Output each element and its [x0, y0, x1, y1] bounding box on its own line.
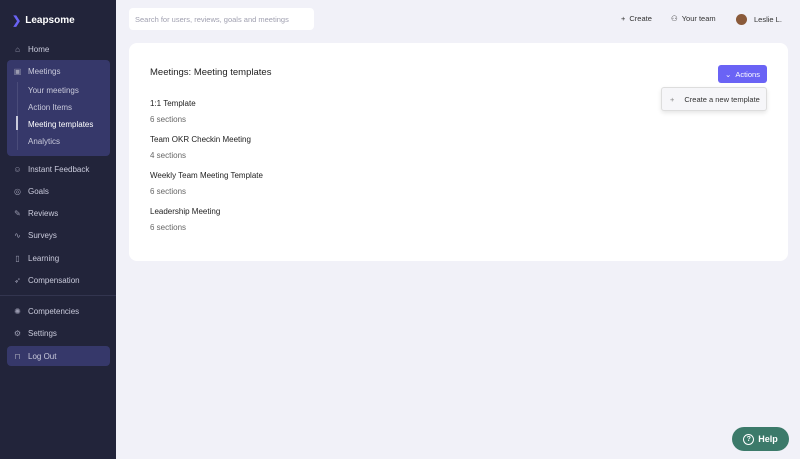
sidebar-item-surveys[interactable]: ∿ Surveys: [13, 228, 57, 242]
label: Actions: [735, 69, 760, 79]
template-sections: 6 sections: [150, 115, 187, 124]
sidebar-item-meetings[interactable]: ▣ Meetings: [13, 64, 61, 78]
goals-icon: ◎: [14, 186, 21, 196]
team-icon: ⚇: [671, 14, 678, 23]
label: Create: [629, 14, 652, 23]
avatar: [736, 14, 747, 25]
sidebar-item-compensation[interactable]: ➶ Compensation: [13, 273, 80, 287]
book-icon: ▯: [15, 253, 20, 263]
active-indicator: [16, 116, 18, 130]
template-sections: 4 sections: [150, 151, 187, 160]
label: Help: [758, 434, 778, 444]
label: Competencies: [28, 306, 80, 316]
label: Instant Feedback: [28, 164, 90, 174]
logo[interactable]: ❯ Leapsome: [12, 14, 75, 27]
template-name: Leadership Meeting: [150, 207, 221, 216]
template-name: 1:1 Template: [150, 99, 196, 108]
label: Compensation: [28, 275, 80, 285]
template-name: Weekly Team Meeting Template: [150, 171, 263, 180]
template-sections: 6 sections: [150, 187, 187, 196]
sidebar-item-instant-feedback[interactable]: ☺ Instant Feedback: [13, 162, 89, 176]
sidebar-item-logout[interactable]: ⊓ Log Out: [13, 349, 56, 363]
sidebar-item-settings[interactable]: ⚙ Settings: [13, 326, 57, 340]
plus-icon: +: [670, 94, 675, 104]
create-template-menu-item[interactable]: + Create a new template: [661, 87, 767, 111]
sidebar-item-reviews[interactable]: ✎ Reviews: [13, 206, 58, 220]
template-name: Team OKR Checkin Meeting: [150, 135, 251, 144]
template-item[interactable]: Leadership Meeting 6 sections: [150, 207, 220, 232]
label: Log Out: [28, 351, 57, 361]
chevron-down-icon: ⌄: [725, 69, 732, 79]
label: Settings: [28, 328, 57, 338]
meetings-icon: ▣: [13, 66, 22, 76]
user-name: Leslie L.: [754, 15, 782, 24]
label: Your team: [681, 14, 716, 23]
template-item[interactable]: 1:1 Template 6 sections: [150, 99, 196, 124]
sidebar-item-home[interactable]: ⌂ Home: [13, 42, 49, 56]
actions-button[interactable]: ⌄ Actions: [718, 65, 767, 83]
label: Learning: [28, 253, 60, 263]
rocket-icon: ➶: [14, 275, 21, 285]
sidebar-sub-your-meetings[interactable]: Your meetings: [28, 86, 79, 95]
logo-icon: ❯: [12, 15, 22, 27]
search-input[interactable]: Search for users, reviews, goals and mee…: [129, 8, 314, 30]
sidebar-item-learning[interactable]: ▯ Learning: [13, 251, 59, 265]
template-sections: 6 sections: [150, 223, 187, 232]
label: Home: [28, 44, 50, 54]
feedback-icon: ☺: [13, 164, 22, 174]
label: Reviews: [28, 208, 59, 218]
sidebar-item-competencies[interactable]: ✺ Competencies: [13, 304, 79, 318]
sidebar-sub-action-items[interactable]: Action Items: [28, 103, 72, 112]
app-name: Leapsome: [25, 15, 75, 26]
sidebar-sub-analytics[interactable]: Analytics: [28, 137, 60, 146]
label: Surveys: [28, 230, 57, 240]
help-button[interactable]: ? Help: [732, 427, 789, 451]
gear-icon: ⚙: [13, 328, 22, 338]
template-item[interactable]: Team OKR Checkin Meeting 4 sections: [150, 135, 251, 160]
reviews-icon: ✎: [14, 208, 21, 218]
surveys-icon: ∿: [14, 230, 21, 240]
page-title: Meetings: Meeting templates: [150, 67, 272, 78]
label: Meetings: [28, 66, 61, 76]
home-icon: ⌂: [15, 44, 20, 54]
create-button[interactable]: + Create: [621, 14, 652, 23]
template-item[interactable]: Weekly Team Meeting Template 6 sections: [150, 171, 263, 196]
label: Create a new template: [684, 94, 760, 104]
user-menu[interactable]: Leslie L.: [736, 14, 782, 25]
templates-card: Meetings: Meeting templates 1:1 Template…: [129, 43, 788, 261]
divider: [0, 295, 116, 296]
lock-icon: ⊓: [14, 351, 21, 361]
sidebar-item-goals[interactable]: ◎ Goals: [13, 184, 49, 198]
your-team-button[interactable]: ⚇ Your team: [671, 14, 716, 23]
question-icon: ?: [743, 433, 755, 445]
sidebar-sub-meeting-templates[interactable]: Meeting templates: [28, 120, 93, 129]
competencies-icon: ✺: [14, 306, 21, 316]
plus-icon: +: [621, 14, 626, 23]
label: Goals: [28, 186, 49, 196]
sidebar: ❯ Leapsome ⌂ Home ▣ Meetings Your meetings …: [0, 0, 116, 459]
